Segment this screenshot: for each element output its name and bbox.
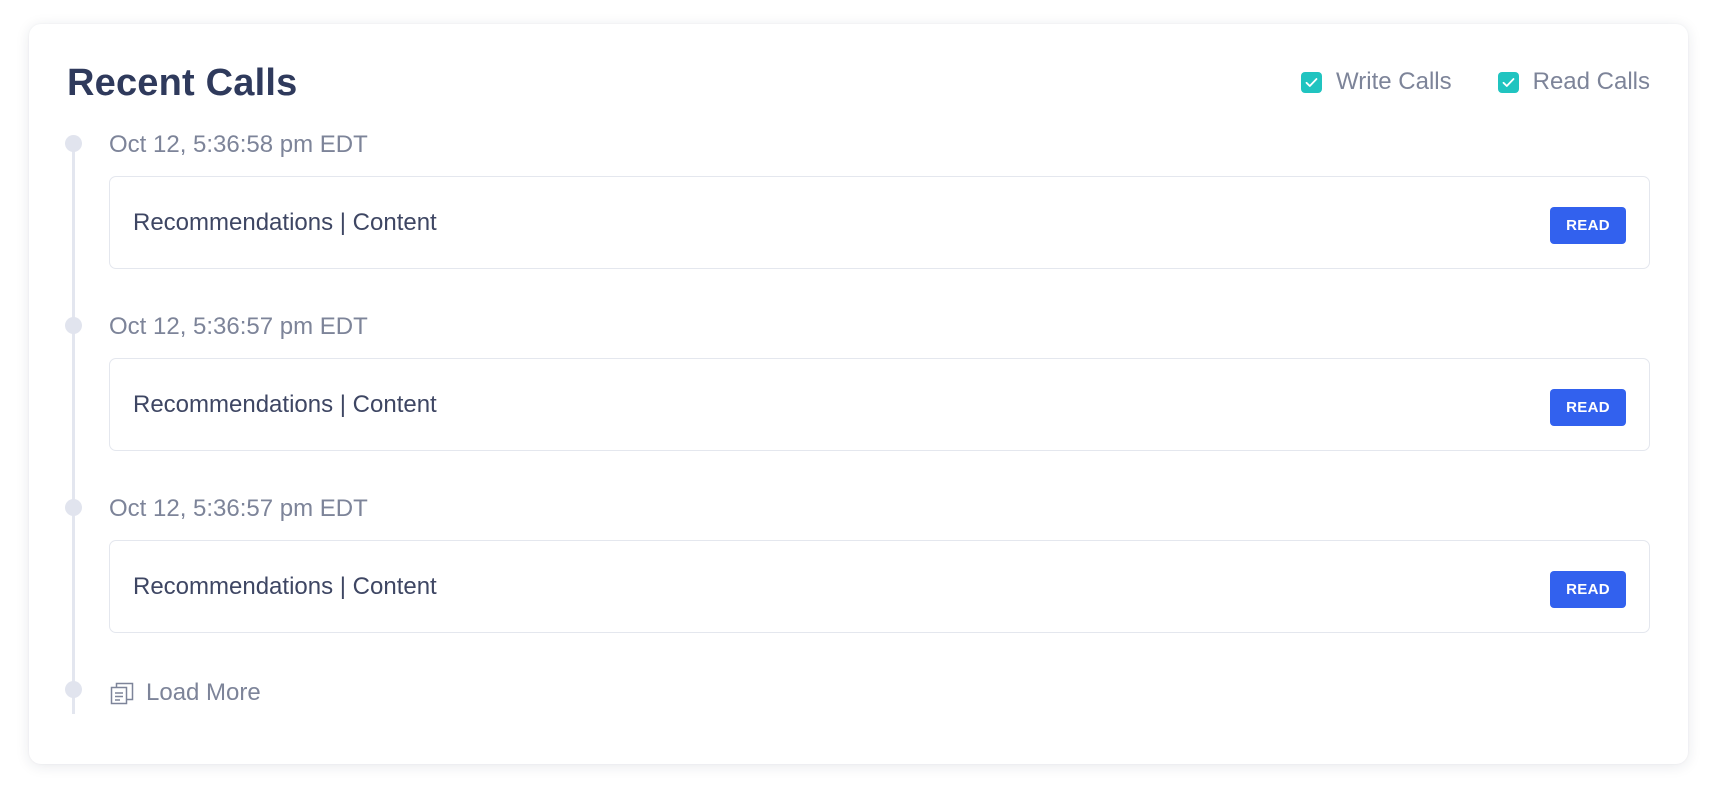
timeline-dot <box>65 135 82 152</box>
recent-calls-panel: Recent Calls Write Calls Read Calls Oct … <box>29 24 1688 764</box>
read-badge: READ <box>1550 207 1626 244</box>
document-stack-icon <box>110 682 134 705</box>
timeline-dot <box>65 317 82 334</box>
panel-header: Recent Calls Write Calls Read Calls <box>67 62 1650 108</box>
read-calls-filter[interactable]: Read Calls <box>1497 68 1650 96</box>
panel-title: Recent Calls <box>67 62 298 104</box>
call-timestamp: Oct 12, 5:36:57 pm EDT <box>109 495 368 522</box>
call-entry[interactable]: Recommendations | Content READ <box>109 176 1650 269</box>
call-label: Recommendations | Content <box>133 573 437 600</box>
timeline-dot <box>65 681 82 698</box>
call-entry[interactable]: Recommendations | Content READ <box>109 358 1650 451</box>
call-timestamp: Oct 12, 5:36:58 pm EDT <box>109 131 368 158</box>
read-badge: READ <box>1550 389 1626 426</box>
load-more-label: Load More <box>146 679 261 706</box>
call-entry[interactable]: Recommendations | Content READ <box>109 540 1650 633</box>
call-type-filters: Write Calls Read Calls <box>1255 68 1650 96</box>
checkmark-icon <box>1305 77 1318 87</box>
timeline-dot <box>65 499 82 516</box>
read-calls-label: Read Calls <box>1532 68 1650 95</box>
write-calls-filter[interactable]: Write Calls <box>1301 68 1452 96</box>
call-label: Recommendations | Content <box>133 209 437 236</box>
checkmark-icon <box>1502 77 1515 87</box>
call-label: Recommendations | Content <box>133 391 437 418</box>
write-calls-checkbox[interactable] <box>1301 71 1323 93</box>
call-timestamp: Oct 12, 5:36:57 pm EDT <box>109 313 368 340</box>
timeline-line <box>72 144 75 714</box>
load-more-button[interactable]: Load More <box>109 679 261 707</box>
write-calls-label: Write Calls <box>1336 68 1452 95</box>
read-badge: READ <box>1550 571 1626 608</box>
read-calls-checkbox[interactable] <box>1497 71 1519 93</box>
